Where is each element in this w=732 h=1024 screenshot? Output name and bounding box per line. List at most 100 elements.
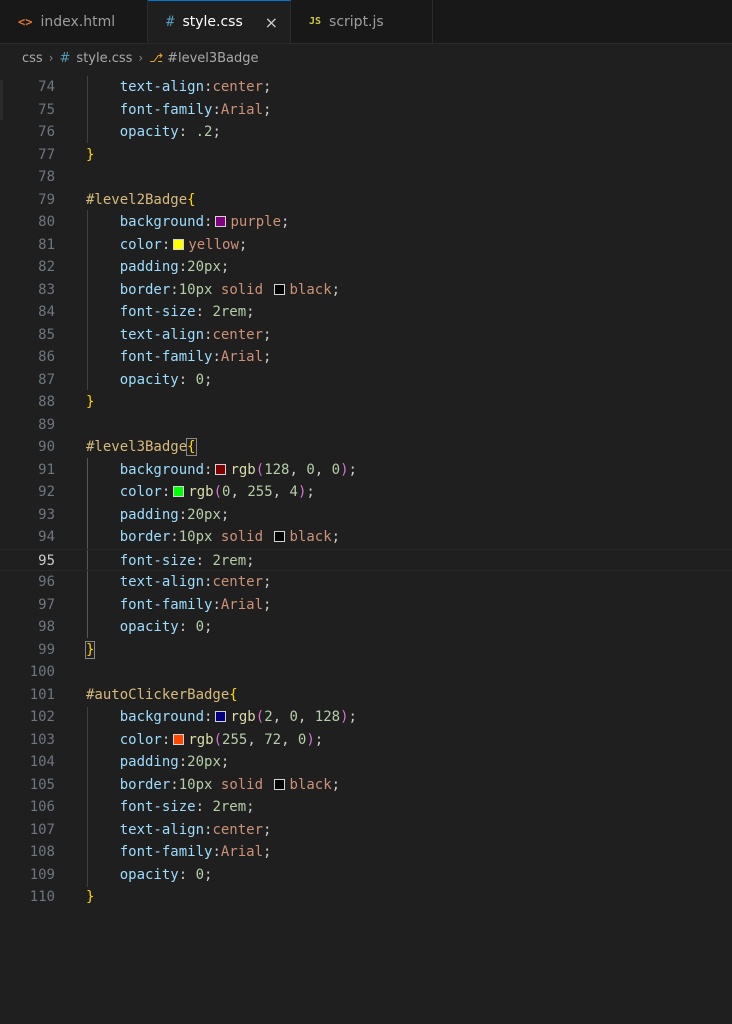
code-line[interactable]: 80 background: purple; (0, 211, 732, 234)
code-line[interactable]: 96 text-align:center; (0, 571, 732, 594)
tab-index-html[interactable]: <> index.html (0, 0, 148, 43)
tab-style-css[interactable]: # style.css × (148, 0, 291, 43)
code-line[interactable]: 94 border:10px solid black; (0, 526, 732, 549)
code-line[interactable]: 76 opacity: .2; (0, 121, 732, 144)
token-punc: : (212, 844, 221, 860)
code-line[interactable]: 87 opacity: 0; (0, 369, 732, 392)
line-number: 86 (38, 349, 55, 365)
code-line[interactable]: 101 #autoClickerBadge{ (0, 684, 732, 707)
color-swatch[interactable] (215, 711, 227, 722)
code-line[interactable]: 103 color: rgb(255, 72, 0); (0, 729, 732, 752)
code-line[interactable]: 86 font-family:Arial; (0, 346, 732, 369)
code-line[interactable]: 106 font-size: 2rem; (0, 796, 732, 819)
token-prop: background (119, 461, 205, 478)
color-swatch[interactable] (274, 531, 286, 542)
color-swatch[interactable] (173, 238, 185, 250)
code-line[interactable]: 109 opacity: 0; (0, 864, 732, 887)
token-punc: : (170, 281, 179, 298)
token-val: Arial (220, 844, 264, 860)
token-prop: font-family (119, 349, 213, 365)
token-punc: : (204, 214, 213, 230)
js-file-icon: JS (309, 16, 322, 27)
code-line[interactable]: 74 text-align:center; (0, 76, 732, 99)
color-swatch[interactable] (215, 463, 227, 475)
token-fn: rgb (188, 731, 214, 748)
token-br: } (86, 146, 95, 163)
code-line[interactable]: 93 padding:20px; (0, 504, 732, 527)
code-line[interactable]: 92 color: rgb(0, 255, 4); (0, 481, 732, 504)
code-text: font-family:Arial; (86, 346, 272, 369)
code-line[interactable]: 98 opacity: 0; (0, 616, 732, 639)
token-punc: : (195, 552, 213, 569)
code-text: color: yellow; (86, 234, 248, 257)
code-line[interactable]: 108 font-family:Arial; (0, 841, 732, 864)
code-line[interactable]: 104 padding:20px; (0, 751, 732, 774)
token-prop: font-size (119, 304, 196, 320)
code-line[interactable]: 89 (0, 414, 732, 437)
code-line[interactable]: 85 text-align:center; (0, 324, 732, 347)
code-line[interactable]: 79 #level2Badge{ (0, 189, 732, 212)
code-line[interactable]: 99} (0, 639, 732, 662)
code-line[interactable]: 105 border:10px solid black; (0, 774, 732, 797)
code-line[interactable]: 78 (0, 166, 732, 189)
code-line[interactable]: 82 padding:20px; (0, 256, 732, 279)
code-line[interactable]: 77} (0, 144, 732, 167)
token-punc: ; (220, 259, 230, 275)
tab-script-js[interactable]: JS script.js (291, 0, 433, 43)
code-line[interactable]: 84 font-size: 2rem; (0, 301, 732, 324)
code-line[interactable]: 100 (0, 661, 732, 684)
token-num: 20px (187, 754, 221, 770)
line-number: 80 (38, 214, 55, 230)
line-number: 75 (38, 101, 55, 118)
token-punc: : (178, 371, 196, 388)
token-punc: ; (348, 709, 357, 725)
color-swatch[interactable] (173, 486, 185, 497)
color-swatch[interactable] (215, 216, 227, 227)
line-number: 108 (29, 844, 55, 860)
code-line[interactable]: 83 border:10px solid black; (0, 279, 732, 302)
code-line[interactable]: 91 background: rgb(128, 0, 0); (0, 459, 732, 482)
token-num: 255 (222, 731, 248, 748)
token-val: center (212, 821, 264, 838)
breadcrumb-file[interactable]: style.css (76, 51, 132, 66)
token-punc: ; (263, 326, 272, 343)
line-number: 74 (38, 79, 55, 95)
code-line[interactable]: 102 background: rgb(2, 0, 128); (0, 706, 732, 729)
code-line[interactable]: 97 font-family:Arial; (0, 594, 732, 617)
code-text: opacity: 0; (86, 864, 213, 887)
token-punc: , (272, 709, 290, 725)
code-text: #autoClickerBadge{ (86, 684, 238, 707)
code-line[interactable]: 107 text-align:center; (0, 819, 732, 842)
token-paren: ( (255, 709, 265, 725)
line-number: 106 (29, 799, 55, 815)
tab-label: script.js (329, 13, 384, 30)
token-br: } (86, 889, 95, 905)
token-paren: ) (340, 461, 349, 478)
token-prop: border (119, 776, 171, 793)
line-number: 77 (38, 146, 55, 163)
line-number: 84 (38, 304, 55, 320)
breadcrumb-folder[interactable]: css (22, 51, 43, 66)
token-punc (212, 282, 220, 298)
token-num: 10px (178, 529, 213, 545)
code-line[interactable]: 81 color: yellow; (0, 234, 732, 257)
token-num: 128 (314, 709, 341, 725)
code-line[interactable]: 75 font-family:Arial; (0, 99, 732, 122)
line-number: 76 (38, 124, 55, 140)
breadcrumb-symbol[interactable]: #level3Badge (167, 51, 258, 66)
color-swatch[interactable] (274, 778, 286, 790)
code-line[interactable]: 90 #level3Badge{ (0, 436, 732, 459)
close-icon[interactable]: × (265, 13, 278, 32)
token-prop: border (119, 529, 171, 545)
code-line[interactable]: 88} (0, 391, 732, 414)
code-line[interactable]: 110} (0, 886, 732, 909)
token-punc: , (230, 484, 248, 500)
color-swatch[interactable] (274, 283, 286, 295)
code-editor[interactable]: 74 text-align:center; 75 font-family:Aria… (0, 76, 732, 1024)
token-val: yellow (188, 236, 239, 253)
token-punc: ; (220, 506, 230, 523)
color-swatch[interactable] (173, 733, 185, 745)
token-punc: : (178, 619, 196, 635)
code-line[interactable]: 95 font-size: 2rem; (0, 548, 732, 571)
